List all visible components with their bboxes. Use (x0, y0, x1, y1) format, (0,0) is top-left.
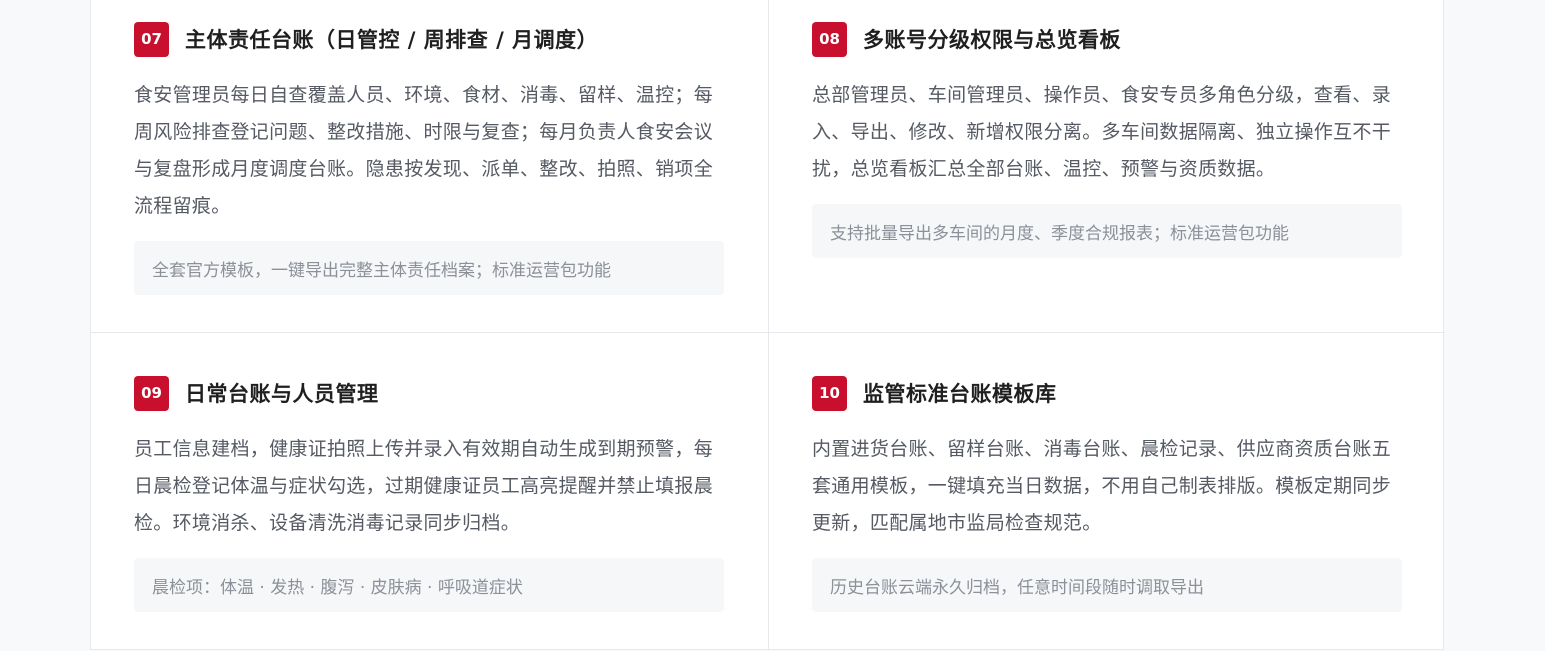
card-description: 内置进货台账、留样台账、消毒台账、晨检记录、供应商资质台账五套通用模板，一键填充… (812, 438, 1392, 534)
card-header: 07 主体责任台账（日管控 / 周排查 / 月调度） (134, 21, 724, 57)
card-note: 全套官方模板，一键导出完整主体责任档案；标准运营包功能 (134, 241, 724, 295)
card-description: 总部管理员、车间管理员、操作员、食安专员多角色分级，查看、录入、导出、修改、新增… (812, 84, 1392, 180)
card-note: 支持批量导出多车间的月度、季度合规报表；标准运营包功能 (812, 204, 1402, 258)
feature-card-08: 08 多账号分级权限与总览看板 总部管理员、车间管理员、操作员、食安专员多角色分… (768, 0, 1445, 332)
card-note: 历史台账云端永久归档，任意时间段随时调取导出 (812, 558, 1402, 612)
card-header: 09 日常台账与人员管理 (134, 375, 724, 411)
feature-grid: 07 主体责任台账（日管控 / 周排查 / 月调度） 食安管理员每日自查覆盖人员… (90, 0, 1445, 650)
feature-card-10: 10 监管标准台账模板库 内置进货台账、留样台账、消毒台账、晨检记录、供应商资质… (768, 332, 1445, 650)
number-badge: 07 (134, 21, 169, 57)
card-title: 主体责任台账（日管控 / 周排查 / 月调度） (185, 28, 599, 52)
feature-card-07: 07 主体责任台账（日管控 / 周排查 / 月调度） 食安管理员每日自查覆盖人员… (91, 0, 768, 332)
card-title: 多账号分级权限与总览看板 (863, 28, 1121, 52)
card-header: 08 多账号分级权限与总览看板 (812, 21, 1402, 57)
number-badge: 10 (812, 375, 847, 411)
card-description: 员工信息建档，健康证拍照上传并录入有效期自动生成到期预警，每日晨检登记体温与症状… (134, 438, 714, 534)
number-badge: 09 (134, 375, 169, 411)
card-description: 食安管理员每日自查覆盖人员、环境、食材、消毒、留样、温控；每周风险排查登记问题、… (134, 84, 714, 217)
feature-card-09: 09 日常台账与人员管理 员工信息建档，健康证拍照上传并录入有效期自动生成到期预… (91, 332, 768, 650)
card-header: 10 监管标准台账模板库 (812, 375, 1402, 411)
card-note: 晨检项：体温 · 发热 · 腹泻 · 皮肤病 · 呼吸道症状 (134, 558, 724, 612)
card-title: 监管标准台账模板库 (863, 382, 1057, 406)
number-badge: 08 (812, 21, 847, 57)
card-title: 日常台账与人员管理 (185, 382, 379, 406)
